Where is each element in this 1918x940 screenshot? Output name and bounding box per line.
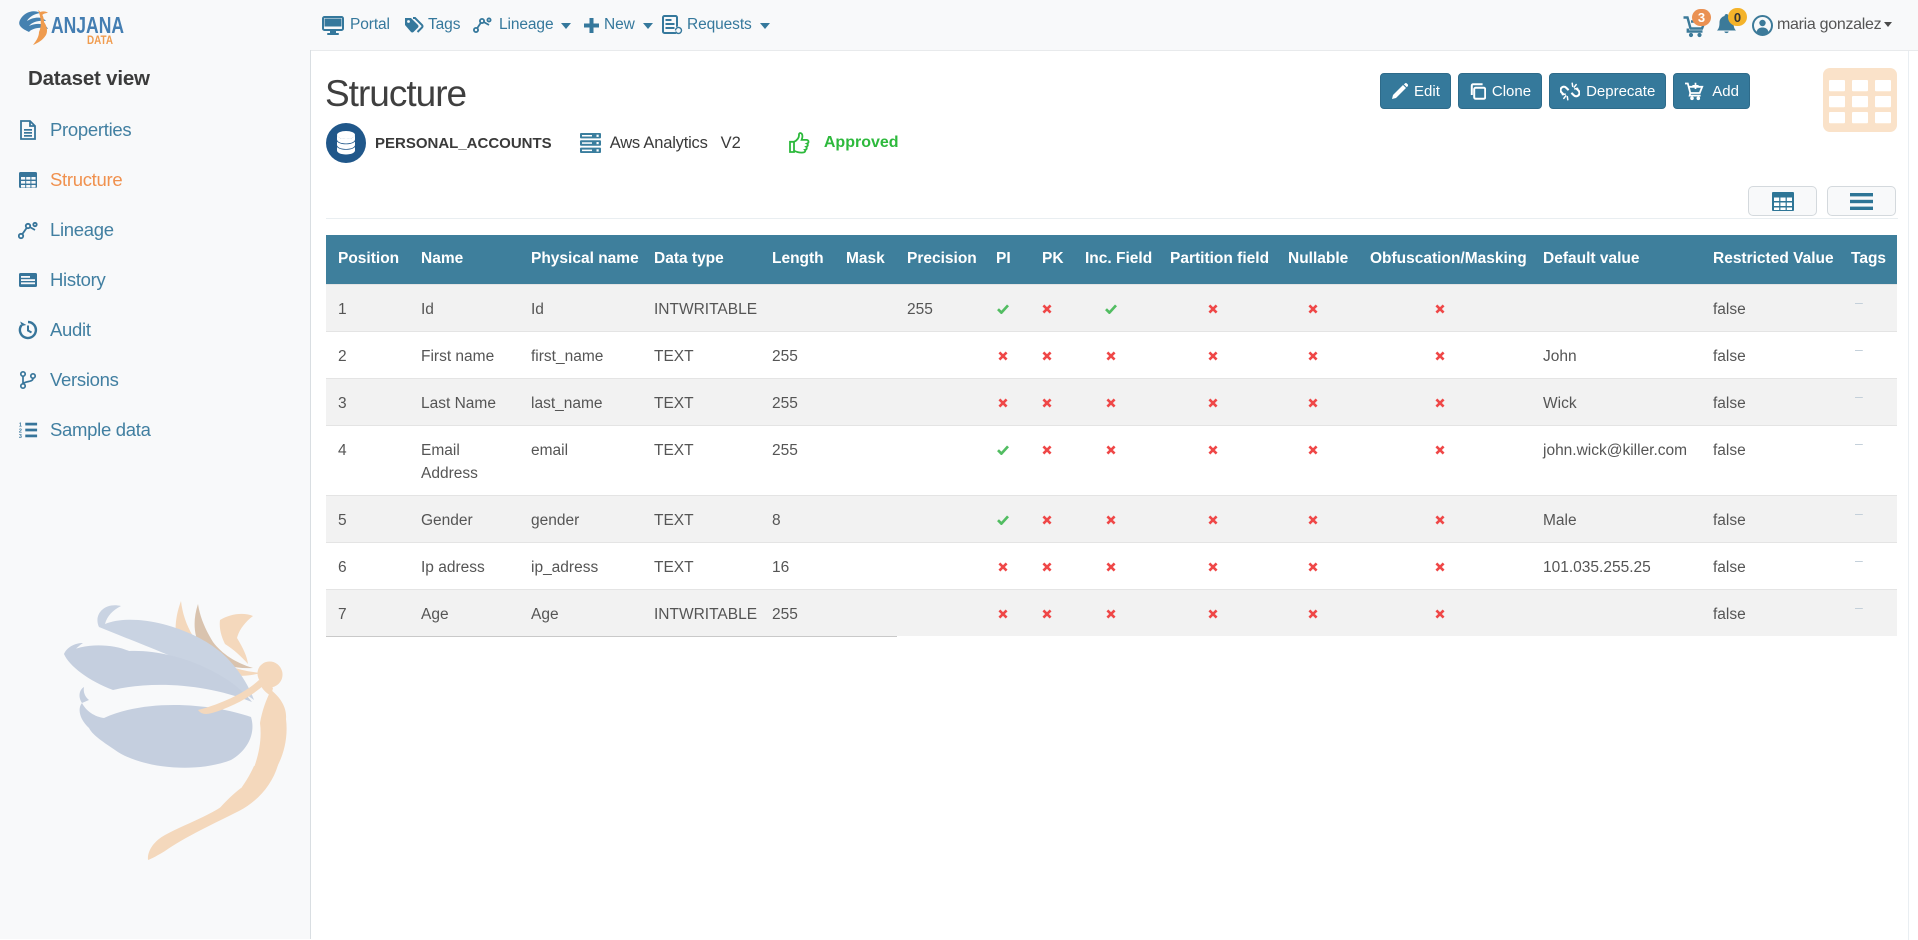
svg-text:3: 3 (19, 434, 22, 440)
svg-text:1: 1 (19, 422, 22, 428)
